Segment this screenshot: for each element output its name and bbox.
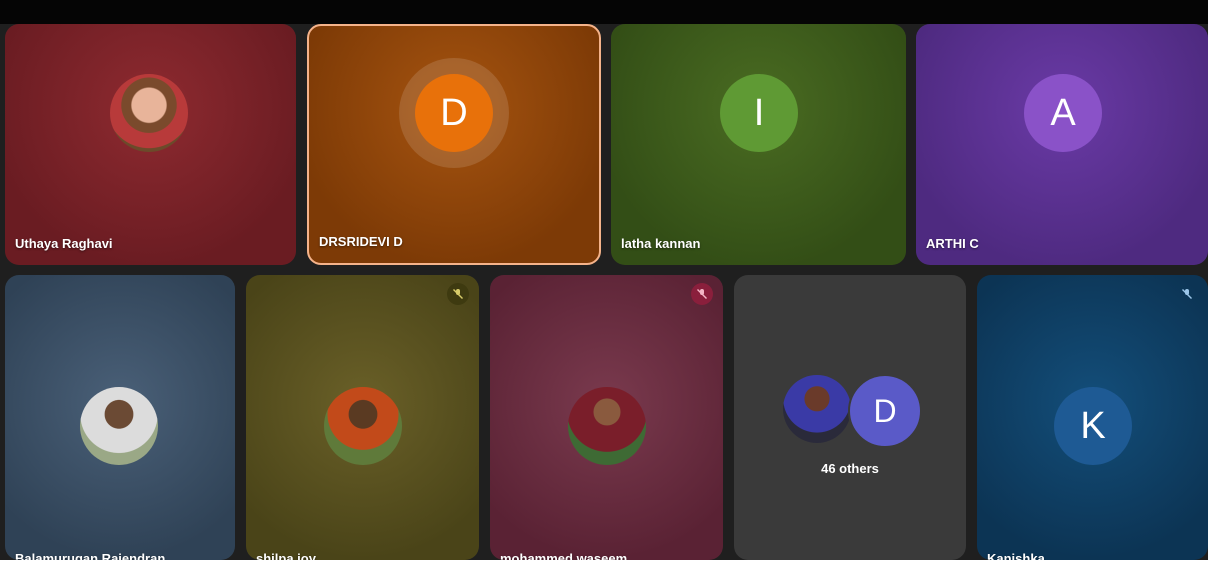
- others-tile[interactable]: D 46 others: [734, 275, 966, 560]
- participant-tile-uthaya-raghavi[interactable]: Uthaya Raghavi: [5, 24, 296, 265]
- participant-name: Kanishka: [987, 551, 1045, 560]
- participant-tile-balamurugan-rajendran[interactable]: Balamurugan Rajendran: [5, 275, 235, 560]
- avatar: [110, 74, 188, 152]
- mic-off-icon: [1176, 283, 1198, 305]
- participant-name: Balamurugan Rajendran: [15, 551, 166, 560]
- top-bar: [0, 0, 1208, 24]
- avatar-initial: D: [440, 91, 468, 134]
- avatar-initial: D: [873, 392, 897, 429]
- participant-name: Uthaya Raghavi: [15, 236, 113, 251]
- avatar: I: [720, 74, 798, 152]
- avatar-initial: I: [753, 91, 765, 134]
- participant-tile-mohammed-waseem[interactable]: mohammed waseem: [490, 275, 723, 560]
- mic-off-icon: [691, 283, 713, 305]
- participant-tile-shilpa-joy[interactable]: shilpa joy: [246, 275, 479, 560]
- avatar: D: [415, 74, 493, 152]
- participant-name: latha kannan: [621, 236, 701, 251]
- participant-name: ARTHI C: [926, 236, 979, 251]
- avatar: [80, 387, 158, 465]
- participant-tile-arthi-c[interactable]: A ARTHI C: [916, 24, 1208, 265]
- mic-off-icon: [447, 283, 469, 305]
- avatar: [568, 387, 646, 465]
- participant-name: mohammed waseem: [500, 551, 628, 560]
- avatar: K: [1054, 387, 1132, 465]
- avatar-initial: K: [1080, 404, 1106, 447]
- participant-tile-kanishka[interactable]: K Kanishka: [977, 275, 1208, 560]
- avatar: [783, 375, 851, 443]
- participant-name: shilpa joy: [256, 551, 316, 560]
- avatar: [324, 387, 402, 465]
- participant-tile-drsridevi-d[interactable]: D DRSRIDEVI D: [307, 24, 601, 265]
- others-count: 46 others: [821, 461, 879, 476]
- avatar-initial: A: [1050, 91, 1076, 134]
- avatar: A: [1024, 74, 1102, 152]
- avatar: D: [848, 374, 922, 448]
- participant-name: DRSRIDEVI D: [319, 234, 403, 249]
- participant-tile-latha-kannan[interactable]: I latha kannan: [611, 24, 906, 265]
